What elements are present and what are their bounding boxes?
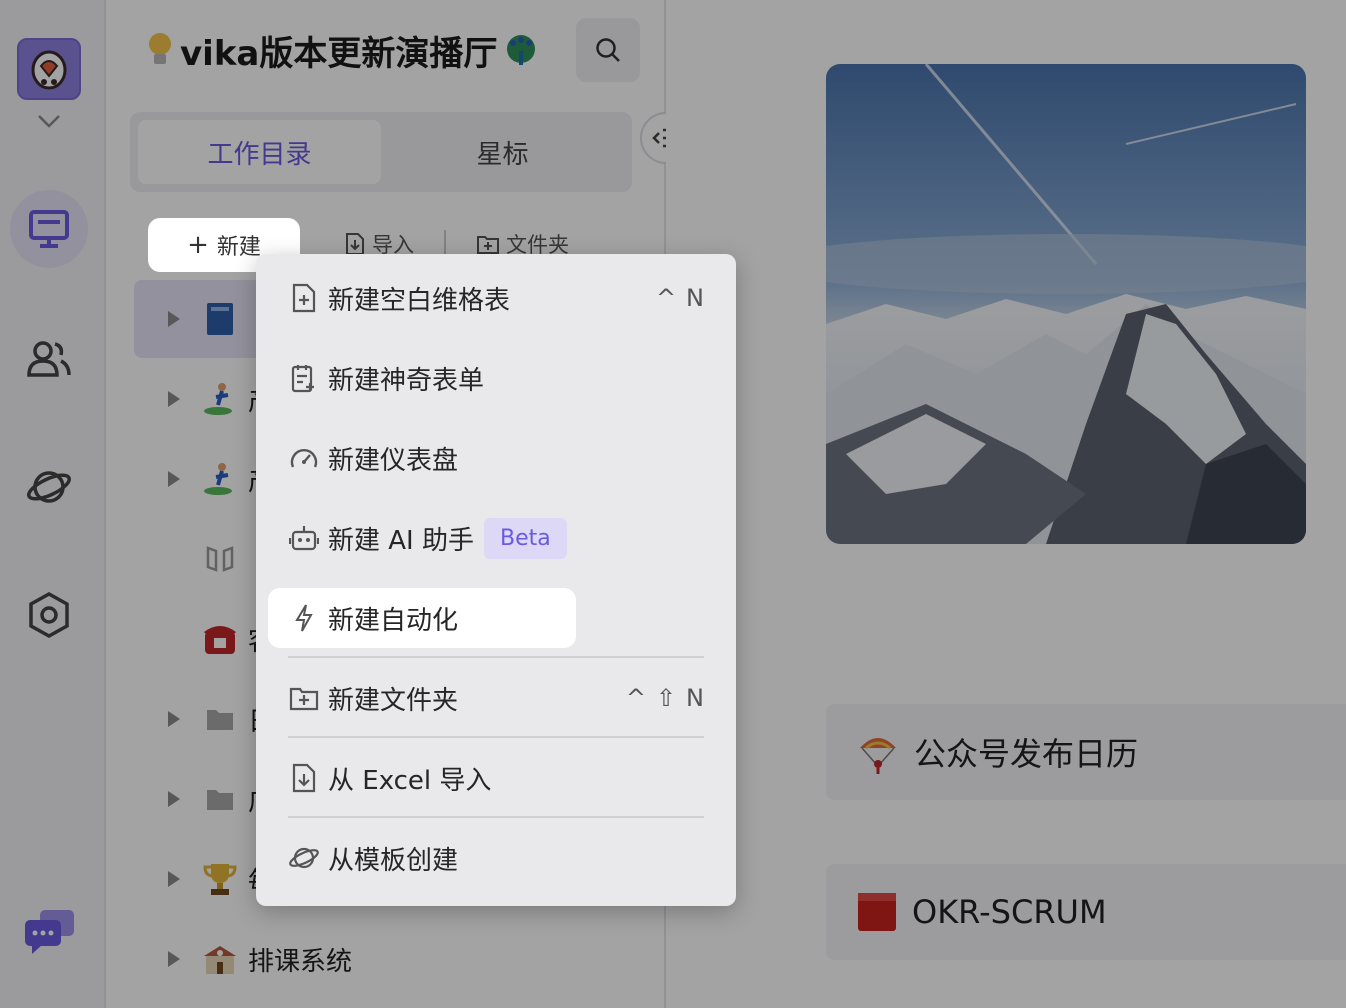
menu-item-new-ai-assistant[interactable]: 新建 AI 助手 Beta [268,508,724,568]
lightning-icon [288,602,320,634]
menu-divider [288,736,704,738]
planet-icon [288,842,320,874]
form-icon [288,362,320,394]
menu-item-label: 新建文件夹 [328,685,459,716]
menu-item-label: 新建仪表盘 [328,445,459,476]
menu-item-new-automation[interactable]: 新建自动化 [268,588,576,648]
menu-item-new-dashboard[interactable]: 新建仪表盘 [268,428,724,488]
plus-icon: + [187,230,209,260]
menu-item-label: 新建空白维格表 [328,285,511,316]
menu-item-label: 从模板创建 [328,845,459,876]
menu-item-label: 新建自动化 [328,605,459,636]
robot-icon [288,522,320,554]
dashboard-icon [288,442,320,474]
import-icon [288,762,320,794]
folder-add-icon [288,682,320,714]
menu-item-import-excel[interactable]: 从 Excel 导入 [268,748,724,808]
menu-item-new-form[interactable]: 新建神奇表单 [268,348,724,408]
menu-item-new-datasheet[interactable]: 新建空白维格表 ^ N [268,268,724,328]
menu-item-from-template[interactable]: 从模板创建 [268,828,724,888]
menu-item-label: 新建神奇表单 [328,365,485,396]
new-item-menu: 新建空白维格表 ^ N 新建神奇表单 新建仪表盘 新建 AI 助手 Beta 新… [256,254,736,906]
menu-item-label: 新建 AI 助手 [328,525,474,556]
menu-divider [288,816,704,818]
new-button-label: 新建 [216,235,261,260]
shortcut-hint: ^ N [655,284,704,312]
shortcut-hint: ^ ⇧ N [625,684,704,712]
beta-badge: Beta [483,517,567,559]
menu-item-label: 从 Excel 导入 [328,765,492,796]
menu-divider [288,656,704,658]
menu-item-new-folder[interactable]: 新建文件夹 ^ ⇧ N [268,668,724,728]
file-add-icon [288,282,320,314]
